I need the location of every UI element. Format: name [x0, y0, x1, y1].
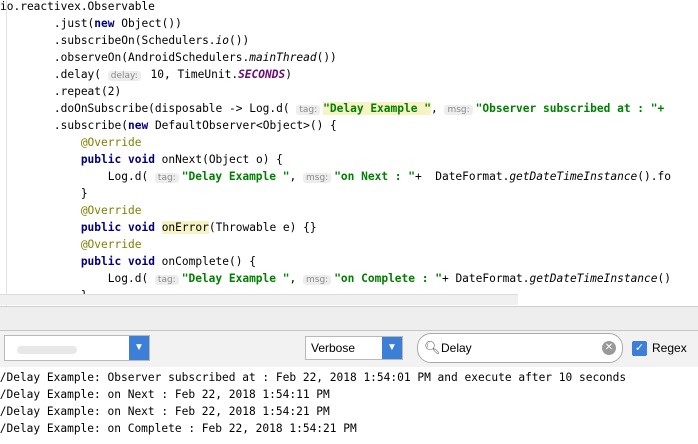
log-line: D/Delay Example: Observer subscribed at … — [0, 371, 627, 384]
code-line-9: @Override — [0, 136, 142, 149]
code-line-10: public void onNext(Object o) { — [0, 153, 283, 166]
code-line-11: Log.d( tag: "Delay Example ", msg: "on Nex… — [0, 170, 671, 183]
param-hint: msg: — [444, 105, 473, 115]
check-icon: ✓ — [634, 342, 645, 354]
code-line-12: } — [0, 187, 88, 200]
code-editor[interactable]: io.reactivex.Observable .just(new Object… — [0, 0, 698, 306]
param-hint: msg: — [302, 275, 332, 285]
code-line-16: public void onComplete() { — [0, 255, 256, 268]
code-line-13: @Override — [0, 204, 142, 217]
log-line: D/Delay Example: on Next : Feb 22, 2018 … — [0, 388, 330, 401]
code-line-8: .subscribe(new DefaultObserver<Object>()… — [0, 119, 337, 132]
log-level-select[interactable]: Verbose ▼ — [305, 336, 403, 360]
log-search-input[interactable]: 🔍︎ Delay ✕ — [417, 333, 623, 363]
param-hint: msg: — [302, 173, 332, 183]
code-line-15: @Override — [0, 238, 142, 251]
logcat-output[interactable]: D/Delay Example: Observer subscribed at … — [0, 367, 698, 444]
regex-checkbox[interactable]: ✓ — [632, 341, 647, 356]
log-level-value: Verbose — [311, 341, 356, 355]
log-line: D/Delay Example: on Next : Feb 22, 2018 … — [0, 405, 330, 418]
code-line-2: .just(new Object()) — [0, 17, 182, 30]
code-line-14: public void onError(Throwable e) {} — [0, 221, 317, 234]
code-line-3: .subscribeOn(Schedulers.io()) — [0, 34, 250, 47]
chevron-down-icon[interactable]: ▼ — [129, 336, 149, 360]
clear-icon[interactable]: ✕ — [602, 341, 616, 355]
code-line-5: .delay( delay: 10, TimeUnit.SECONDS) — [0, 68, 292, 81]
param-hint: tag: — [296, 105, 321, 115]
redacted-process-name — [17, 346, 77, 354]
horizontal-scrollbar[interactable] — [0, 294, 518, 305]
code-line-17: Log.d( tag: "Delay Example ", msg: "on Com… — [0, 272, 671, 285]
code-line-7: .doOnSubscribe(disposable -> Log.d( tag:… — [0, 102, 665, 115]
regex-label: Regex — [652, 341, 687, 355]
code-line-1: io.reactivex.Observable — [0, 0, 155, 13]
code-line-4: .observeOn(AndroidSchedulers.mainThread(… — [0, 51, 337, 64]
search-icon: 🔍︎ — [424, 340, 441, 355]
param-hint: tag: — [154, 275, 179, 285]
param-hint: delay: — [107, 71, 141, 81]
param-hint: tag: — [154, 173, 179, 183]
chevron-down-icon[interactable]: ▼ — [382, 337, 402, 359]
log-line: D/Delay Example: on Complete : Feb 22, 2… — [0, 422, 357, 435]
code-line-6: .repeat(2) — [0, 85, 122, 98]
logcat-toolbar: ▼ Verbose ▼ 🔍︎ Delay ✕ ✓ Regex — [0, 331, 698, 367]
panel-splitter[interactable] — [0, 306, 698, 331]
search-value: Delay — [441, 341, 472, 355]
process-select[interactable]: ▼ — [4, 335, 150, 361]
